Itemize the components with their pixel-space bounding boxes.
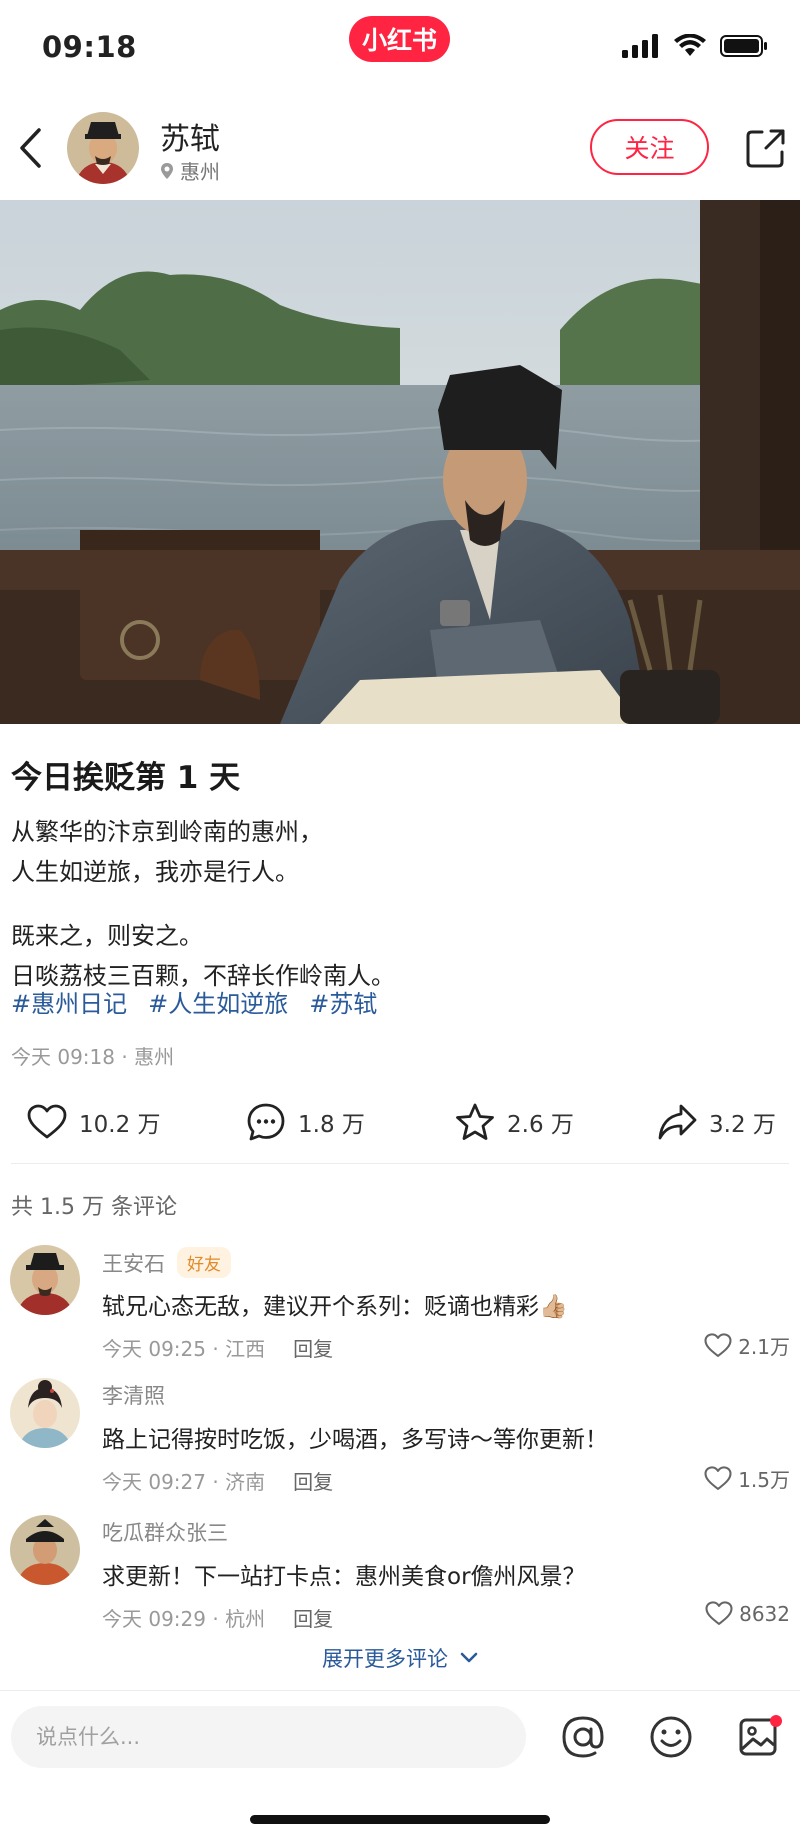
tag-link[interactable]: #苏轼: [309, 984, 377, 1019]
comment-time-location: 今天 09:27 · 济南: [102, 1470, 266, 1494]
action-bar: 10.2 万 1.8 万 2.6 万 3.2 万: [0, 1096, 800, 1148]
expand-more-label: 展开更多评论: [322, 1647, 448, 1671]
author-location-text: 惠州: [180, 160, 220, 184]
comment-like-button[interactable]: 2.1万: [704, 1331, 790, 1360]
post-body-line: 既来之，则安之。: [11, 922, 203, 950]
comment-count-label: 1.8 万: [298, 1112, 365, 1138]
favorite-count: 2.6 万: [507, 1112, 574, 1138]
status-icons: [622, 34, 768, 58]
expand-more-comments[interactable]: 展开更多评论: [0, 1643, 800, 1673]
comment-text: 轼兄心态无敌，建议开个系列：贬谪也精彩👍🏼: [102, 1294, 568, 1320]
status-bar: 09:18 小红书: [0, 0, 800, 100]
tag-link[interactable]: #人生如逆旅: [148, 984, 288, 1019]
chevron-left-icon: [20, 128, 41, 168]
heart-icon: [704, 1466, 732, 1490]
location-pin-icon: [161, 162, 173, 179]
reply-button[interactable]: 回复: [293, 1603, 333, 1632]
wifi-icon: [674, 34, 706, 56]
comment-like-count: 2.1万: [738, 1335, 790, 1359]
app-logo: 小红书: [349, 16, 450, 62]
heart-icon: [704, 1333, 732, 1357]
comment-like-count: 1.5万: [738, 1468, 790, 1492]
battery-icon: [720, 35, 767, 57]
commenter-name[interactable]: 王安石 好友: [102, 1247, 231, 1278]
heart-icon: [27, 1104, 67, 1139]
share-icon: [746, 129, 785, 168]
comment-text: 路上记得按时吃饭，少喝酒，多写诗～等你更新！: [102, 1427, 608, 1453]
commenter-name-text: 吃瓜群众张三: [102, 1521, 228, 1545]
comment-like-button[interactable]: 8632: [705, 1601, 790, 1626]
divider: [0, 1690, 800, 1691]
comment-like-count: 8632: [739, 1601, 790, 1626]
forward-button[interactable]: 3.2 万: [657, 1096, 776, 1148]
emoji-button[interactable]: [648, 1714, 694, 1760]
comment-item: 吃瓜群众张三 求更新！下一站打卡点：惠州美食or儋州风景？ 今天 09:29 ·…: [0, 1515, 800, 1645]
tag-link[interactable]: #惠州日记: [11, 984, 127, 1019]
comment-total: 共 1.5 万 条评论: [11, 1195, 177, 1220]
emoji-icon: [650, 1716, 692, 1758]
mention-button[interactable]: [560, 1714, 606, 1760]
comment-meta: 今天 09:29 · 杭州 回复: [102, 1603, 333, 1632]
heart-icon: [705, 1601, 733, 1625]
like-button[interactable]: 10.2 万: [27, 1096, 161, 1148]
post-image[interactable]: [0, 200, 800, 724]
commenter-name[interactable]: 吃瓜群众张三: [102, 1517, 228, 1547]
divider: [11, 1163, 789, 1164]
comment-time-location: 今天 09:29 · 杭州: [102, 1607, 266, 1631]
comment-like-button[interactable]: 1.5万: [704, 1464, 790, 1493]
author-avatar[interactable]: [67, 112, 139, 184]
at-icon: [562, 1716, 604, 1758]
author-location: 惠州: [160, 156, 220, 185]
post-body-line: 从繁华的汴京到岭南的惠州，: [11, 818, 323, 846]
comment-time-location: 今天 09:25 · 江西: [102, 1337, 266, 1361]
commenter-name-text: 李清照: [102, 1384, 165, 1408]
post-header: 苏轼 惠州 关注: [0, 100, 800, 200]
favorite-button[interactable]: 2.6 万: [455, 1096, 574, 1148]
commenter-name-text: 王安石: [102, 1251, 165, 1276]
share-button[interactable]: [742, 122, 790, 174]
image-button[interactable]: [737, 1714, 783, 1760]
post-body: 从繁华的汴京到岭南的惠州， 人生如逆旅，我亦是行人。 既来之，则安之。 日啖荔枝…: [11, 812, 395, 996]
reply-button[interactable]: 回复: [293, 1466, 333, 1495]
post-title: 今日挨贬第 1 天: [11, 760, 241, 796]
comment-meta: 今天 09:25 · 江西 回复: [102, 1333, 333, 1362]
author-name[interactable]: 苏轼: [160, 114, 220, 158]
follow-button[interactable]: 关注: [590, 119, 709, 175]
commenter-name[interactable]: 李清照: [102, 1380, 165, 1410]
comment-button[interactable]: 1.8 万: [246, 1096, 365, 1148]
share-count: 3.2 万: [709, 1112, 776, 1138]
comment-text: 求更新！下一站打卡点：惠州美食or儋州风景？: [102, 1564, 586, 1590]
post-tags: #惠州日记 #人生如逆旅 #苏轼: [11, 984, 377, 1019]
commenter-avatar[interactable]: [10, 1245, 80, 1315]
comment-input[interactable]: [11, 1706, 526, 1768]
commenter-avatar[interactable]: [10, 1378, 80, 1448]
back-button[interactable]: [8, 120, 52, 176]
reply-button[interactable]: 回复: [293, 1333, 333, 1362]
post-meta: 今天 09:18 · 惠州: [11, 1045, 175, 1069]
comment-item: 李清照 路上记得按时吃饭，少喝酒，多写诗～等你更新！ 今天 09:27 · 济南…: [0, 1378, 800, 1508]
cellular-signal-icon: [622, 34, 658, 58]
home-indicator: [250, 1815, 550, 1824]
comment-item: 王安石 好友 轼兄心态无敌，建议开个系列：贬谪也精彩👍🏼 今天 09:25 · …: [0, 1245, 800, 1375]
friend-badge: 好友: [177, 1247, 231, 1278]
forward-arrow-icon: [658, 1104, 697, 1140]
star-icon: [456, 1103, 494, 1140]
post-body-line: 人生如逆旅，我亦是行人。: [11, 858, 299, 886]
image-icon: [739, 1715, 782, 1756]
commenter-avatar[interactable]: [10, 1515, 80, 1585]
status-time: 09:18: [42, 30, 137, 64]
chevron-down-icon: [460, 1652, 478, 1663]
notification-dot: [770, 1715, 782, 1727]
like-count: 10.2 万: [79, 1112, 161, 1138]
comment-bubble-icon: [247, 1103, 285, 1141]
comment-meta: 今天 09:27 · 济南 回复: [102, 1466, 333, 1495]
